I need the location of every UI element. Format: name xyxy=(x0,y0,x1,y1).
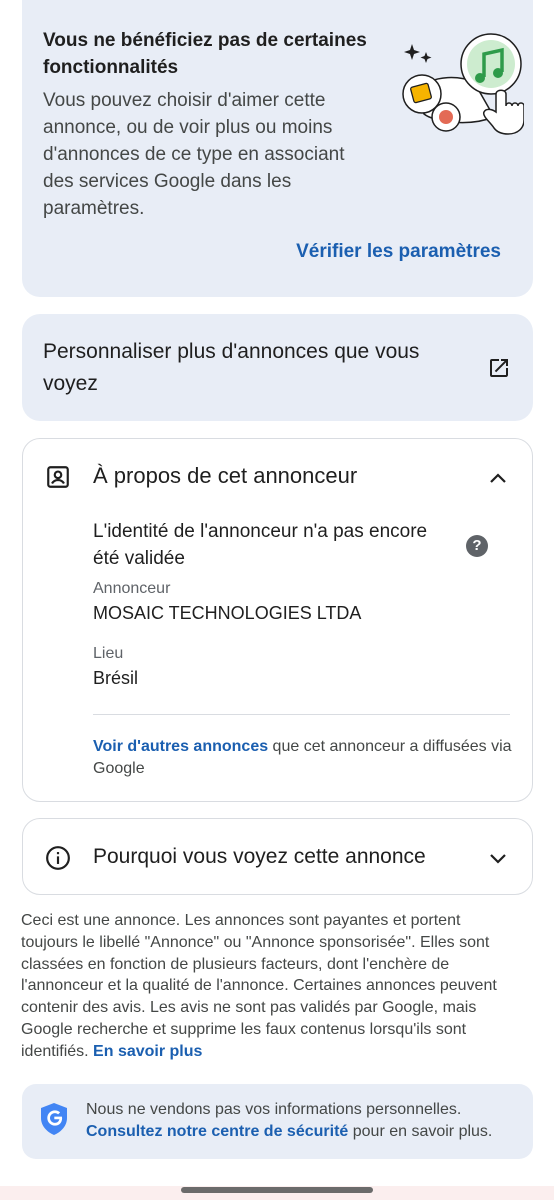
other-ads-link[interactable]: Voir d'autres annonces xyxy=(93,738,268,755)
chevron-down-icon[interactable] xyxy=(486,846,510,870)
advertiser-value: MOSAIC TECHNOLOGIES LTDA xyxy=(93,603,362,623)
why-this-ad-card[interactable]: Pourquoi vous voyez cette annonce xyxy=(22,818,533,895)
advertiser-profile-icon xyxy=(47,466,69,488)
safety-card: Nous ne vendons pas vos informations per… xyxy=(22,1084,533,1159)
info-icon xyxy=(46,846,70,870)
music-note-hand-illustration-icon xyxy=(402,33,524,135)
ad-disclaimer: Ceci est une annonce. Les annonces sont … xyxy=(21,910,521,1063)
missing-features-description: Vous pouvez choisir d'aimer cette annonc… xyxy=(43,90,345,219)
google-shield-icon xyxy=(41,1103,67,1135)
missing-features-card: Vous ne bénéficiez pas de certaines fonc… xyxy=(22,0,533,297)
check-settings-link[interactable]: Vérifier les paramètres xyxy=(296,241,501,263)
gesture-navigation-bar[interactable] xyxy=(181,1187,373,1193)
safety-center-link[interactable]: Consultez notre centre de sécurité xyxy=(86,1123,348,1140)
about-advertiser-card: À propos de cet annonceur L'identité de … xyxy=(22,438,533,802)
open-in-new-icon xyxy=(490,359,508,377)
about-advertiser-title: À propos de cet annonceur xyxy=(93,463,358,488)
learn-more-link[interactable]: En savoir plus xyxy=(93,1043,202,1060)
disclaimer-text: Ceci est une annonce. Les annonces sont … xyxy=(21,912,497,1060)
advertiser-label: Annonceur xyxy=(93,580,171,597)
help-icon[interactable]: ? xyxy=(466,535,488,557)
missing-features-title: Vous ne bénéficiez pas de certaines fonc… xyxy=(43,30,367,78)
location-label: Lieu xyxy=(93,645,124,662)
divider xyxy=(93,714,510,715)
safety-line2: pour en savoir plus. xyxy=(348,1123,493,1140)
safety-line1: Nous ne vendons pas vos informations per… xyxy=(86,1101,462,1118)
why-this-ad-label: Pourquoi vous voyez cette annonce xyxy=(93,845,426,868)
chevron-up-icon[interactable] xyxy=(486,467,510,491)
other-ads-paragraph: Voir d'autres annonces que cet annonceur… xyxy=(93,736,513,780)
safety-text: Nous ne vendons pas vos informations per… xyxy=(86,1099,516,1143)
identity-not-verified-text: L'identité de l'annonceur n'a pas encore… xyxy=(93,521,428,569)
location-value: Brésil xyxy=(93,668,139,688)
personalize-ads-label: Personnaliser plus d'annonces que vous v… xyxy=(43,340,420,395)
personalize-ads-card[interactable]: Personnaliser plus d'annonces que vous v… xyxy=(22,314,533,421)
